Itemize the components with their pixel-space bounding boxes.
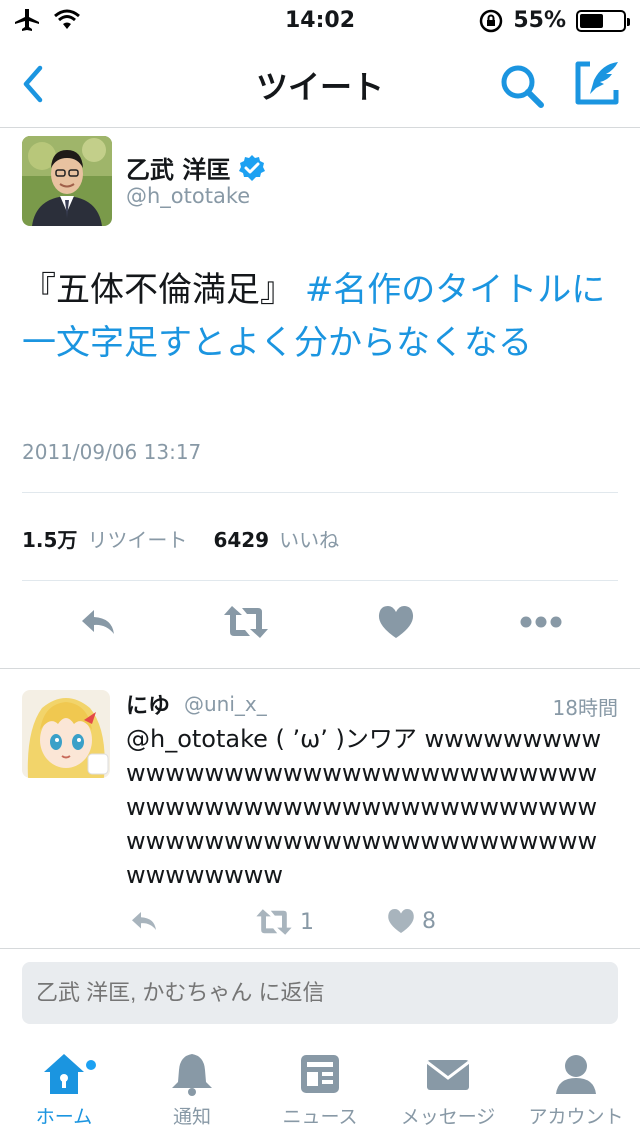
retweet-label[interactable]: リツイート [87, 524, 187, 553]
tab-bar: ホーム 通知 ニュース メッセージ アカウント [0, 1040, 640, 1136]
tab-messages[interactable]: メッセージ [384, 1050, 512, 1129]
like-count[interactable]: 6429 [213, 528, 269, 552]
reply-icon[interactable] [78, 602, 118, 642]
bell-icon [172, 1054, 212, 1096]
tab-news[interactable]: ニュース [256, 1050, 384, 1129]
avatar-image [22, 136, 112, 226]
tab-home[interactable]: ホーム [0, 1050, 128, 1129]
avatar[interactable] [22, 136, 112, 226]
person-icon [556, 1055, 596, 1094]
envelope-icon [426, 1060, 470, 1090]
retweet-icon [256, 909, 292, 935]
divider [22, 580, 618, 581]
reply-input[interactable] [22, 962, 618, 1024]
avatar-image [22, 690, 110, 778]
tab-notifications[interactable]: 通知 [128, 1050, 256, 1129]
like-heart-icon[interactable] [376, 602, 416, 642]
tweet-actions [0, 602, 640, 652]
nav-bar: ツイート [0, 40, 640, 128]
reply-like-count: 8 [422, 908, 436, 934]
tab-account-label: アカウント [528, 1106, 624, 1128]
tab-news-label: ニュース [282, 1106, 358, 1128]
battery-level [580, 13, 604, 28]
status-bar: 14:02 55% [0, 0, 640, 40]
reply-author-handle[interactable]: @uni_x_ [184, 692, 267, 716]
reply-like-action[interactable]: 8 [386, 906, 436, 936]
like-heart-icon [388, 909, 414, 933]
home-icon [44, 1054, 84, 1094]
reply-retweet-count: 1 [300, 909, 314, 935]
reply-icon [132, 912, 156, 930]
reply-tweet[interactable]: にゆ @uni_x_ 18時間 @h_ototake ( ’ω’ )ンワア ww… [0, 670, 640, 948]
battery-percent: 55% [513, 8, 566, 33]
compose-icon[interactable] [572, 58, 622, 108]
like-label[interactable]: いいね [279, 524, 339, 553]
tab-notifications-label: 通知 [172, 1106, 211, 1128]
status-right: 55% [479, 8, 630, 33]
tweet-stats: 1.5万 リツイート 6429 いいね [22, 524, 355, 553]
tab-account[interactable]: アカウント [512, 1050, 640, 1129]
author-handle[interactable]: @h_ototake [126, 184, 250, 208]
tweet-text: 『五体不倫満足』 #名作のタイトルに一文字足すとよく分からなくなる [22, 264, 618, 370]
tab-home-label: ホーム [35, 1106, 93, 1128]
verified-badge-icon [239, 154, 266, 181]
tweet-timestamp: 2011/09/06 13:17 [22, 440, 202, 464]
rotation-lock-icon [480, 9, 503, 32]
more-icon[interactable] [518, 602, 564, 642]
news-icon [301, 1055, 339, 1093]
section-separator [0, 668, 640, 669]
reply-reply-action[interactable] [128, 906, 160, 936]
new-content-dot [86, 1060, 96, 1070]
retweet-count[interactable]: 1.5万 [22, 524, 77, 553]
search-icon[interactable] [498, 62, 546, 110]
author-name[interactable]: 乙武 洋匡 [126, 150, 266, 185]
reply-retweet-action[interactable]: 1 [254, 906, 314, 938]
reply-text: @h_ototake ( ’ω’ )ンワア wwwwwwwwwwwwwwwwww… [126, 725, 602, 889]
battery-icon [576, 9, 630, 32]
author-name-text: 乙武 洋匡 [126, 156, 231, 184]
divider [22, 492, 618, 493]
avatar[interactable] [22, 690, 110, 778]
tab-messages-label: メッセージ [400, 1106, 496, 1128]
reply-author-name[interactable]: にゆ [126, 688, 170, 720]
reply-timestamp: 18時間 [552, 696, 618, 720]
tweet-text-plain: 『五体不倫満足』 [22, 270, 305, 310]
section-separator [0, 948, 640, 949]
retweet-icon[interactable] [222, 602, 270, 642]
